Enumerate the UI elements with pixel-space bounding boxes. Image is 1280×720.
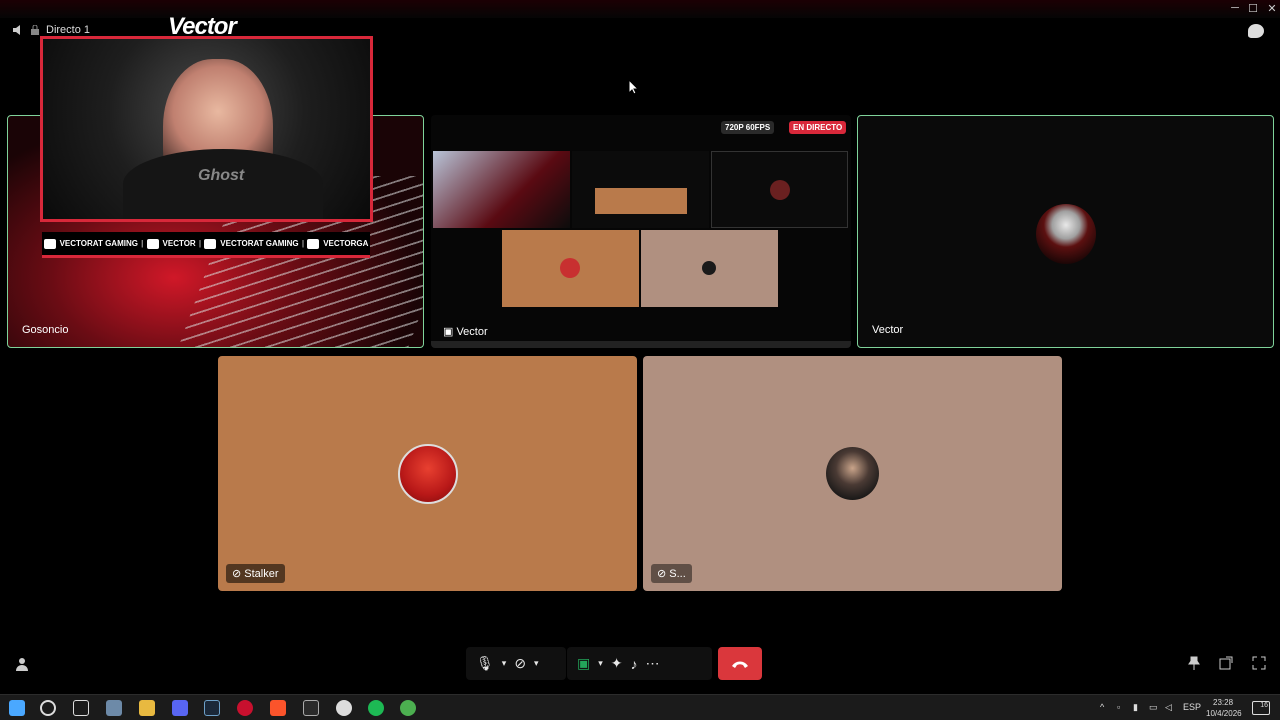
participant-name: ▣ Vector: [443, 326, 488, 338]
video-tile-stalker[interactable]: ⊘ Stalker: [218, 356, 637, 591]
close-button[interactable]: ✕: [1263, 2, 1280, 15]
nested-tile-stream: [572, 151, 709, 228]
social-banner: VECTORAT GAMING | VECTOR | VECTORAT GAMI…: [42, 232, 370, 258]
maximize-button[interactable]: ☐: [1244, 2, 1262, 15]
tray-volume-icon[interactable]: ◁: [1165, 702, 1172, 713]
chrome-icon[interactable]: [400, 700, 416, 716]
lock-icon: [31, 25, 39, 35]
mic-options-chevron-icon[interactable]: ▾: [502, 658, 507, 669]
channel-name: Directo 1: [46, 24, 91, 36]
social-twitch: VECTOR: [146, 238, 196, 249]
webcam-overlay: Ghost: [40, 36, 373, 222]
app-icon-3[interactable]: [303, 700, 319, 716]
nested-tile-stalker: [502, 230, 639, 307]
spotify-icon[interactable]: [368, 700, 384, 716]
video-tile-s[interactable]: ⊘ S...: [643, 356, 1062, 591]
soundboard-icon[interactable]: ♪: [631, 656, 638, 672]
task-view-icon[interactable]: [73, 700, 89, 716]
nested-tile-guitar: [433, 151, 570, 228]
speaker-icon: [13, 25, 20, 35]
social-twitter: VECTORAT GAMING: [204, 238, 299, 249]
notification-center-icon[interactable]: 16: [1252, 701, 1270, 715]
tray-mic-icon[interactable]: ▮: [1133, 702, 1138, 713]
obs-icon[interactable]: [336, 700, 352, 716]
clock-time[interactable]: 23:28: [1213, 698, 1233, 707]
social-instagram: VECTORGA: [307, 238, 368, 249]
nested-taskbar: [431, 341, 851, 348]
fullscreen-icon[interactable]: [1252, 656, 1266, 670]
clock-date[interactable]: 10/4/2026: [1206, 709, 1242, 718]
vector-logo: Vector: [168, 13, 237, 40]
participant-label: ⊘ Stalker: [226, 564, 285, 583]
twitter-icon: [204, 238, 217, 249]
search-icon[interactable]: [40, 700, 56, 716]
video-tile-vector[interactable]: Vector: [857, 115, 1274, 348]
minimize-button[interactable]: ─: [1226, 2, 1244, 14]
steam-icon[interactable]: [204, 700, 220, 716]
screen-share-icon[interactable]: ▣: [577, 655, 590, 672]
participant-label: ⊘ S...: [651, 564, 692, 583]
hang-up-icon: [732, 661, 748, 668]
brave-icon[interactable]: [270, 700, 286, 716]
quality-badge: 720P 60FPS: [721, 121, 775, 134]
social-youtube: VECTORAT GAMING: [43, 238, 138, 249]
live-badge: EN DIRECTO: [789, 121, 847, 134]
participant-name: Vector: [872, 324, 904, 336]
streamer-shirt: Ghost: [123, 149, 323, 219]
instagram-icon: [307, 238, 320, 249]
s-avatar: [826, 447, 879, 500]
camera-off-icon[interactable]: ⊘: [514, 655, 526, 672]
screen-share-icon: ▣: [443, 326, 457, 338]
file-explorer-icon[interactable]: [139, 700, 155, 716]
camera-off-icon: ⊘: [657, 568, 670, 580]
discord-icon[interactable]: [172, 700, 188, 716]
camera-options-chevron-icon[interactable]: ▾: [534, 658, 539, 669]
start-icon[interactable]: [9, 700, 25, 716]
app-icon-2[interactable]: [237, 700, 253, 716]
more-icon[interactable]: ⋯: [646, 655, 660, 672]
share-options-chevron-icon[interactable]: ▾: [598, 658, 603, 669]
app-icon-1[interactable]: [106, 700, 122, 716]
language-indicator[interactable]: ESP: [1183, 702, 1201, 712]
stalker-avatar: [398, 444, 458, 504]
hang-up-button[interactable]: [718, 647, 762, 680]
twitch-icon: [146, 238, 159, 249]
chat-icon[interactable]: [1248, 24, 1264, 38]
participant-name: Gosoncio: [22, 324, 69, 336]
mic-icon[interactable]: 🎙: [476, 655, 494, 672]
nested-tile-vector: [711, 151, 848, 228]
youtube-icon: [43, 238, 56, 249]
channel-header: Directo 1: [12, 24, 90, 36]
share-controls: ▣ ▾ ✦ ♪ ⋯: [567, 647, 712, 680]
activities-icon[interactable]: ✦: [611, 655, 623, 672]
audio-video-controls: 🎙 ▾ ⊘ ▾: [466, 647, 566, 680]
tray-chevron-icon[interactable]: ^: [1100, 702, 1104, 712]
add-user-icon[interactable]: [14, 656, 30, 672]
tray-network-icon[interactable]: ▭: [1149, 702, 1158, 713]
popout-icon[interactable]: [1219, 656, 1233, 670]
stream-tile-vector[interactable]: 720P 60FPS EN DIRECTO ▣ Vector: [431, 115, 851, 348]
windows-taskbar: ^ ▫ ▮ ▭ ◁ ESP 23:28 10/4/2026 16: [0, 694, 1280, 720]
tray-app-icon[interactable]: ▫: [1117, 702, 1120, 712]
vector-avatar: [1036, 204, 1096, 264]
pin-icon[interactable]: [1187, 656, 1201, 670]
nested-tile-s: [641, 230, 778, 307]
mouse-cursor-icon: [628, 79, 640, 95]
camera-off-icon: ⊘: [232, 568, 245, 580]
